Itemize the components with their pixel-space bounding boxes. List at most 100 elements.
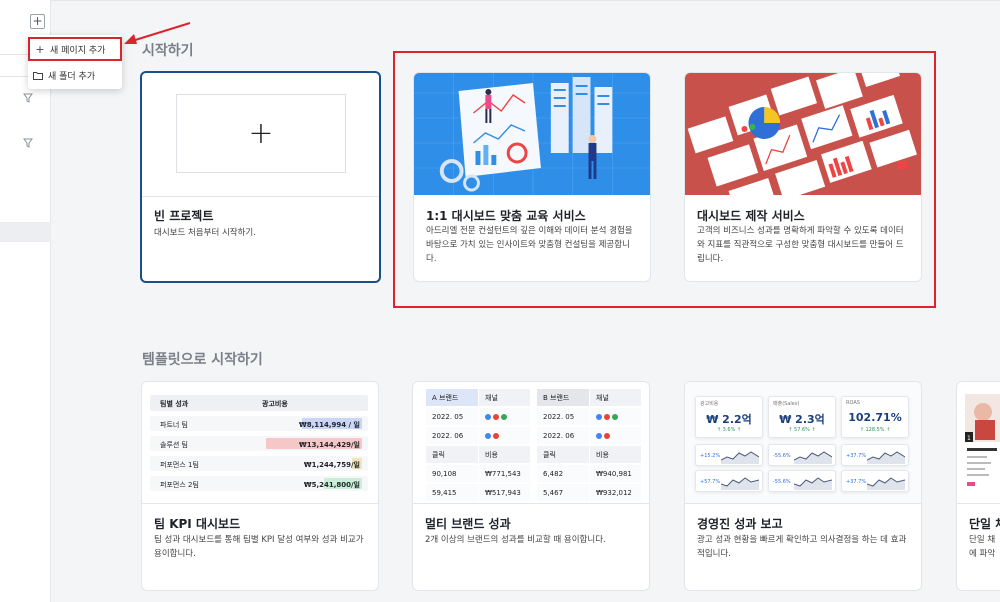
exec-sparkline — [721, 477, 759, 490]
exec-small-box: -55.6% — [768, 470, 836, 492]
brand-table-cell: 2022. 06 — [426, 427, 478, 444]
brand-table-cell: ₩771,543 — [479, 465, 530, 482]
brand-table-cell — [590, 427, 641, 444]
template-card-multi-brand[interactable]: A 브랜드 채널 2022. 05 2022. 06 클릭 비용 90,108 ₩771,54… — [412, 381, 650, 591]
brand-table-cell: 비용 — [479, 446, 530, 463]
exec-small-value: +15.2% — [700, 453, 721, 459]
card-title: 경영진 성과 보고 — [697, 517, 783, 531]
channel-icon — [604, 432, 610, 439]
card-title: 멀티 브랜드 성과 — [425, 517, 511, 531]
exec-small-value: -55.6% — [773, 453, 791, 459]
annotation-highlight-box — [393, 51, 936, 308]
single-preview-graphic: 1 — [965, 394, 1000, 486]
app-root: + + 새 페이지 추가 새 폴더 추가 시작하기 + 빈 프로젝트 대시보드 — [0, 0, 1000, 602]
channel-icon — [493, 432, 499, 439]
exec-sparkline — [721, 451, 759, 464]
brand-table-cell: B 브랜드 — [537, 389, 589, 406]
exec-preview: 광고비용 ₩ 2.2억 ↑ 3.6% ↑ 매출(Sales) ₩ 2.3억 ↑ 57.6%… — [685, 382, 921, 504]
add-icon[interactable]: + — [30, 14, 45, 29]
sidebar: + — [0, 0, 51, 602]
brand-table-cell: 2022. 05 — [426, 408, 478, 425]
channel-icon — [604, 413, 610, 420]
exec-sparkline — [794, 451, 832, 464]
plus-icon: + — [35, 42, 45, 56]
brand-table-cell: 비용 — [590, 446, 641, 463]
brand-table-cell: 클릭 — [426, 446, 478, 463]
single-preview: 1 — [957, 382, 1000, 504]
exec-small-value: +57.7% — [700, 479, 721, 485]
menu-item-label: 새 페이지 추가 — [50, 45, 106, 56]
card-desc: 단일 채 에 파악 — [969, 533, 995, 561]
blank-project-card[interactable]: + 빈 프로젝트 대시보드 처음부터 시작하기. — [140, 71, 381, 283]
kpi-cost-value: ₩5,241,800/일 — [303, 481, 360, 489]
exec-small-box: +37.7% — [841, 470, 909, 492]
exec-sparkline — [794, 477, 832, 490]
channel-icon — [596, 413, 602, 420]
kpi-team-label: 솔루션 팀 — [160, 441, 188, 449]
kpi-team-label: 퍼포먼스 1팀 — [160, 461, 199, 469]
kpi-row: 퍼포먼스 2팀 ₩5,241,800/일 — [150, 476, 368, 491]
filter-icon[interactable] — [23, 93, 33, 103]
channel-icon — [501, 413, 507, 420]
menu-item-add-page[interactable]: + 새 페이지 추가 — [28, 37, 122, 61]
card-title: 빈 프로젝트 — [154, 209, 214, 223]
exec-small-box: +57.7% — [695, 470, 763, 492]
svg-text:1: 1 — [967, 435, 971, 442]
annotation-arrow — [124, 22, 191, 44]
menu-item-label: 새 폴더 추가 — [48, 71, 96, 82]
channel-icon — [485, 413, 491, 420]
exec-sparkline — [867, 451, 905, 464]
add-menu: + 새 페이지 추가 새 폴더 추가 — [28, 35, 122, 89]
plus-icon: + — [248, 116, 274, 151]
folder-icon — [28, 71, 48, 80]
exec-kpi-label: ROAS — [846, 400, 860, 406]
brand-b-table: B 브랜드 채널 2022. 05 2022. 06 클릭 비용 6,482 ₩940,981… — [537, 389, 641, 501]
template-card-exec-report[interactable]: 광고비용 ₩ 2.2억 ↑ 3.6% ↑ 매출(Sales) ₩ 2.3억 ↑ 57.6%… — [684, 381, 922, 591]
brand-table-cell: 채널 — [590, 389, 641, 406]
channel-icon — [612, 413, 618, 420]
brand-table-cell: ₩517,943 — [479, 484, 530, 501]
brand-a-table: A 브랜드 채널 2022. 05 2022. 06 클릭 비용 90,108 ₩771,54… — [426, 389, 530, 501]
card-desc: 2개 이상의 브랜드의 성과를 비교할 때 용이합니다. — [425, 535, 606, 545]
template-card-single-channel[interactable]: 1 단일 채 단일 채 에 파악 — [956, 381, 1000, 591]
exec-small-value: -55.6% — [773, 479, 791, 485]
brand-table-cell — [479, 408, 530, 425]
blank-thumbnail: + — [176, 94, 346, 173]
brand-table-cell: ₩940,981 — [590, 465, 641, 482]
brand-table-cell: 90,108 — [426, 465, 478, 482]
channel-icon — [596, 432, 602, 439]
exec-small-box: +37.7% — [841, 444, 909, 466]
exec-kpi-value: ₩ 2.2억 — [706, 413, 752, 426]
exec-kpi-label: 매출(Sales) — [773, 401, 800, 407]
kpi-row: 퍼포먼스 1팀 ₩1,244,759/일 — [150, 456, 368, 471]
brand-table-cell — [590, 408, 641, 425]
exec-kpi-sub: ↑ 3.6% ↑ — [716, 427, 742, 433]
channel-icon — [485, 432, 491, 439]
exec-kpi-value: 102.71% — [848, 411, 902, 424]
multi-brand-preview: A 브랜드 채널 2022. 05 2022. 06 클릭 비용 90,108 ₩771,54… — [413, 382, 649, 504]
kpi-cost-value: ₩1,244,759/일 — [303, 461, 360, 469]
kpi-header: 광고비용 — [262, 400, 288, 408]
card-divider — [142, 196, 379, 197]
brand-table-cell: 6,482 — [537, 465, 589, 482]
kpi-row: 파트너 팀 ₩8,114,994 / 일 — [150, 416, 368, 431]
brand-table-cell: 채널 — [479, 389, 530, 406]
kpi-cost-value: ₩8,114,994 / 일 — [298, 421, 360, 429]
card-desc-line: 단일 채 — [969, 535, 996, 545]
card-desc: 팀 성과 대시보드를 통해 팀별 KPI 달성 여부와 성과 비교가 용이합니다… — [154, 535, 364, 559]
card-title: 팀 KPI 대시보드 — [154, 517, 241, 531]
sidebar-item-selected[interactable] — [0, 222, 51, 242]
brand-table-cell: A 브랜드 — [426, 389, 478, 406]
brand-table-cell: 2022. 05 — [537, 408, 589, 425]
exec-small-value: +37.7% — [846, 453, 867, 459]
exec-small-box: +15.2% — [695, 444, 763, 466]
exec-kpi-box: 매출(Sales) ₩ 2.3억 ↑ 57.6% ↑ — [768, 396, 836, 438]
kpi-row: 솔루션 팀 ₩13,144,429/일 — [150, 436, 368, 451]
menu-item-add-folder[interactable]: 새 폴더 추가 — [28, 63, 122, 87]
kpi-team-label: 퍼포먼스 2팀 — [160, 481, 199, 489]
exec-kpi-sub: ↑ 128.5% ↑ — [859, 427, 891, 433]
exec-small-box: -55.6% — [768, 444, 836, 466]
filter-icon[interactable] — [23, 138, 33, 148]
template-card-team-kpi[interactable]: 팀별 성과 광고비용 파트너 팀 ₩8,114,994 / 일 솔루션 팀 ₩13,1… — [141, 381, 379, 591]
brand-table-cell: 5,467 — [537, 484, 589, 501]
